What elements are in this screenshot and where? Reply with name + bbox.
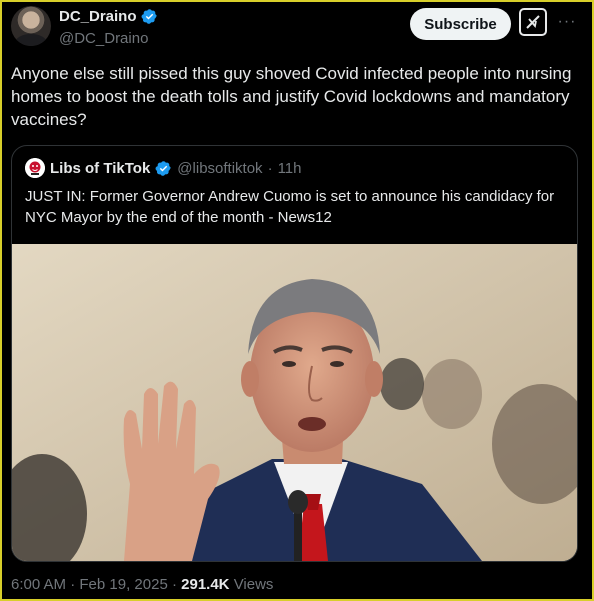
quoted-timestamp[interactable]: 11h	[278, 160, 302, 177]
author-handle[interactable]: @DC_Draino	[59, 30, 148, 47]
quoted-handle[interactable]: @libsoftiktok	[177, 160, 262, 177]
quoted-avatar[interactable]	[25, 158, 45, 178]
views-label: Views	[233, 576, 274, 593]
libs-of-tiktok-logo-icon	[25, 158, 45, 178]
quoted-photo[interactable]	[12, 244, 577, 561]
quoted-text: JUST IN: Former Governor Andrew Cuomo is…	[25, 188, 555, 226]
more-icon: ···	[557, 13, 577, 30]
author-display-name[interactable]: DC_Draino	[59, 8, 137, 25]
tweet-date[interactable]: Feb 19, 2025	[79, 576, 167, 593]
quoted-tweet[interactable]: Libs of TikTok @libsoftiktok · 11h JUST …	[11, 145, 578, 562]
quoted-header: Libs of TikTok @libsoftiktok · 11h	[25, 158, 301, 178]
views-count: 291.4K	[181, 576, 230, 593]
tweet-time[interactable]: 6:00 AM	[11, 576, 66, 593]
quoted-verified-badge-icon	[155, 160, 172, 176]
avatar-shoulders	[15, 34, 47, 46]
grok-icon	[526, 15, 540, 29]
grok-button[interactable]	[519, 8, 547, 36]
tweet-meta: 6:00 AM · Feb 19, 2025 · 291.4K Views	[11, 576, 273, 593]
meta-separator-1: ·	[70, 576, 76, 593]
tweet: DC_Draino @DC_Draino Subscribe ··· Anyon…	[2, 2, 592, 599]
meta-separator-2: ·	[171, 576, 177, 593]
verified-badge-icon	[141, 9, 157, 24]
subscribe-button[interactable]: Subscribe	[410, 8, 511, 40]
author-name-row: DC_Draino	[59, 8, 158, 25]
author-avatar[interactable]	[11, 6, 51, 46]
photo-image	[12, 244, 577, 561]
tweet-text: Anyone else still pissed this guy shoved…	[11, 64, 572, 129]
quoted-separator: ·	[267, 159, 273, 177]
more-options-button[interactable]: ···	[555, 10, 579, 34]
quoted-display-name[interactable]: Libs of TikTok	[50, 160, 150, 177]
